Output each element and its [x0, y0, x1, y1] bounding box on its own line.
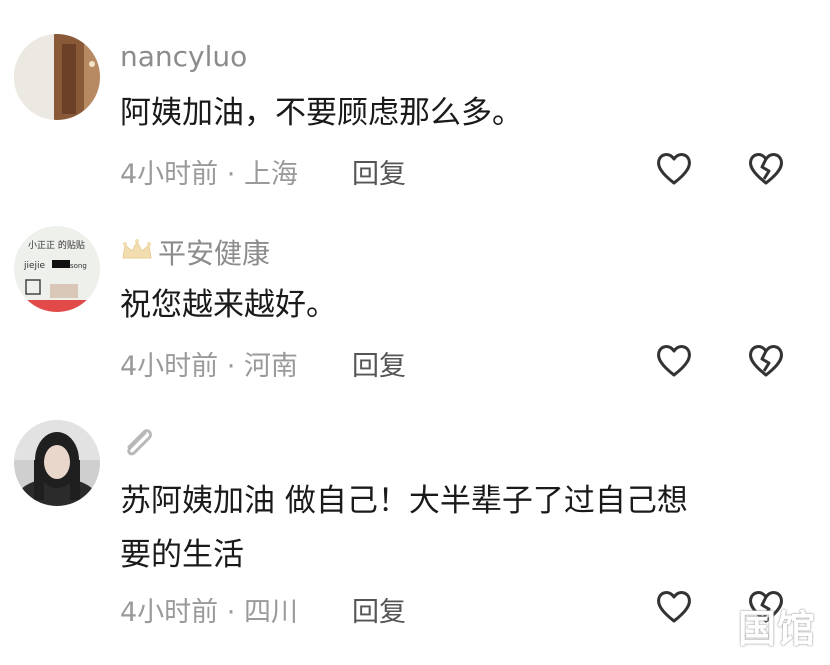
comment-text-line: 阿姨加油，不要顾虑那么多。	[120, 95, 523, 131]
reply-button[interactable]: 回复	[352, 590, 406, 629]
comment-text-line: 苏阿姨加油 做自己！大半辈子了过自己想	[120, 483, 688, 519]
comment-text: 阿姨加油，不要顾虑那么多。	[120, 86, 770, 140]
comment-meta: 4小时前 · 上海	[120, 152, 298, 191]
avatar[interactable]	[14, 420, 100, 506]
meta-separator: ·	[218, 159, 244, 190]
watermark: 国馆	[738, 607, 817, 651]
location: 四川	[243, 597, 298, 628]
location: 上海	[243, 159, 298, 190]
comment-meta: 4小时前 · 四川	[120, 590, 298, 629]
location: 河南	[243, 351, 298, 382]
broken-heart-icon[interactable]	[747, 342, 785, 378]
reply-button[interactable]: 回复	[352, 152, 406, 191]
heart-icon[interactable]	[655, 150, 693, 186]
paperclip-icon	[127, 429, 152, 456]
comment-text: 苏阿姨加油 做自己！大半辈子了过自己想 要的生活	[120, 474, 770, 582]
comment-text-line: 祝您越来越好。	[120, 287, 337, 323]
username[interactable]: 平安健康	[158, 232, 270, 272]
heart-icon[interactable]	[655, 342, 693, 378]
comment-meta: 4小时前 · 河南	[120, 344, 298, 383]
comment-text-line: 要的生活	[120, 537, 244, 573]
meta-separator: ·	[218, 597, 244, 628]
svg-text:song: song	[70, 262, 87, 270]
svg-text:小正正 的贴贴: 小正正 的贴贴	[28, 239, 85, 251]
timestamp: 4小时前	[120, 597, 219, 628]
username[interactable]: nancyluo	[120, 40, 247, 73]
broken-heart-icon[interactable]	[747, 150, 785, 186]
reply-button[interactable]: 回复	[352, 344, 406, 383]
svg-text:jiejie: jiejie	[23, 261, 46, 271]
heart-icon[interactable]	[655, 588, 693, 624]
comment-text: 祝您越来越好。	[120, 278, 770, 332]
timestamp: 4小时前	[120, 351, 219, 382]
avatar[interactable]	[14, 34, 100, 120]
timestamp: 4小时前	[120, 159, 219, 190]
crown-icon	[122, 239, 152, 259]
meta-separator: ·	[218, 351, 244, 382]
avatar[interactable]: 小正正 的贴贴 jiejie song	[14, 226, 100, 312]
